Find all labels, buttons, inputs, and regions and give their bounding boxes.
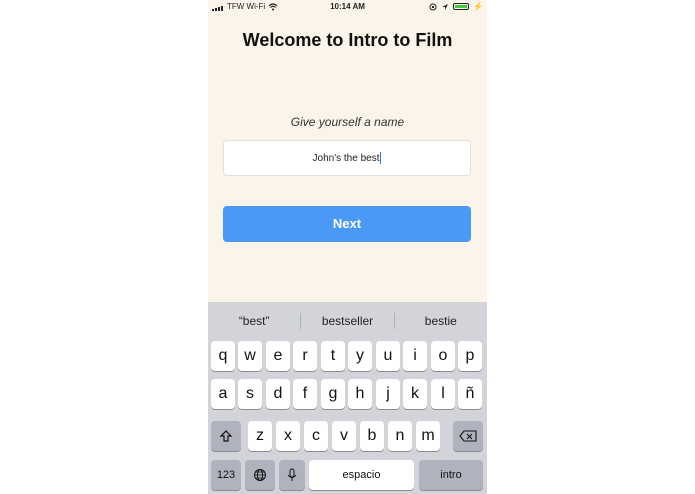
return-key[interactable]: intro — [419, 460, 483, 490]
key-h[interactable]: h — [348, 379, 372, 409]
globe-key[interactable] — [245, 460, 275, 490]
name-input[interactable]: John's the best — [223, 140, 471, 176]
key-z[interactable]: z — [248, 421, 272, 451]
space-key[interactable]: espacio — [309, 460, 414, 490]
key-w[interactable]: w — [238, 341, 262, 371]
backspace-icon — [459, 430, 477, 442]
shift-key[interactable] — [211, 421, 241, 451]
key-row-3: z x c v b n m — [208, 421, 487, 451]
orientation-lock-icon — [429, 3, 437, 10]
next-button[interactable]: Next — [223, 206, 471, 242]
battery-level — [455, 5, 468, 8]
battery-icon — [453, 3, 470, 10]
key-n-tilde[interactable]: ñ — [458, 379, 482, 409]
suggestion-1[interactable]: “best” — [208, 314, 300, 328]
key-row-1: q w e r t y u i o p — [208, 341, 487, 371]
delete-key[interactable] — [453, 421, 483, 451]
microphone-icon — [287, 468, 297, 481]
text-cursor — [380, 152, 382, 164]
key-f[interactable]: f — [293, 379, 317, 409]
key-p[interactable]: p — [458, 341, 482, 371]
key-j[interactable]: j — [376, 379, 400, 409]
key-row-2: a s d f g h j k l ñ — [208, 379, 487, 409]
key-y[interactable]: y — [348, 341, 372, 371]
key-s[interactable]: s — [238, 379, 262, 409]
key-k[interactable]: k — [403, 379, 427, 409]
keyboard: “best” bestseller bestie q w e r t y u i… — [208, 302, 487, 494]
numbers-key[interactable]: 123 — [211, 460, 241, 490]
key-m[interactable]: m — [416, 421, 440, 451]
key-u[interactable]: u — [376, 341, 400, 371]
key-o[interactable]: o — [431, 341, 455, 371]
key-row-4: 123 espacio intro — [208, 460, 487, 490]
key-x[interactable]: x — [276, 421, 300, 451]
key-r[interactable]: r — [293, 341, 317, 371]
location-icon — [442, 3, 449, 10]
shift-icon — [219, 429, 233, 442]
status-right: ⚡ — [429, 2, 483, 11]
key-n[interactable]: n — [388, 421, 412, 451]
phone-screen: TFW Wi-Fi 10:14 AM ⚡ Welcome to Intro to… — [208, 0, 487, 494]
suggestion-bar: “best” bestseller bestie — [208, 302, 487, 340]
name-input-value: John's the best — [312, 152, 380, 164]
key-t[interactable]: t — [321, 341, 345, 371]
suggestion-2[interactable]: bestseller — [301, 314, 393, 328]
key-e[interactable]: e — [266, 341, 290, 371]
key-c[interactable]: c — [304, 421, 328, 451]
key-a[interactable]: a — [211, 379, 235, 409]
key-l[interactable]: l — [431, 379, 455, 409]
key-v[interactable]: v — [332, 421, 356, 451]
charging-icon: ⚡ — [473, 2, 483, 11]
suggestion-3[interactable]: bestie — [395, 314, 487, 328]
globe-icon — [254, 468, 266, 481]
key-g[interactable]: g — [321, 379, 345, 409]
key-b[interactable]: b — [360, 421, 384, 451]
dictation-key[interactable] — [279, 460, 305, 490]
status-bar: TFW Wi-Fi 10:14 AM ⚡ — [208, 0, 487, 14]
key-i[interactable]: i — [403, 341, 427, 371]
key-q[interactable]: q — [211, 341, 235, 371]
key-d[interactable]: d — [266, 379, 290, 409]
page-title: Welcome to Intro to Film — [242, 30, 453, 50]
name-prompt-label: Give yourself a name — [290, 115, 405, 129]
